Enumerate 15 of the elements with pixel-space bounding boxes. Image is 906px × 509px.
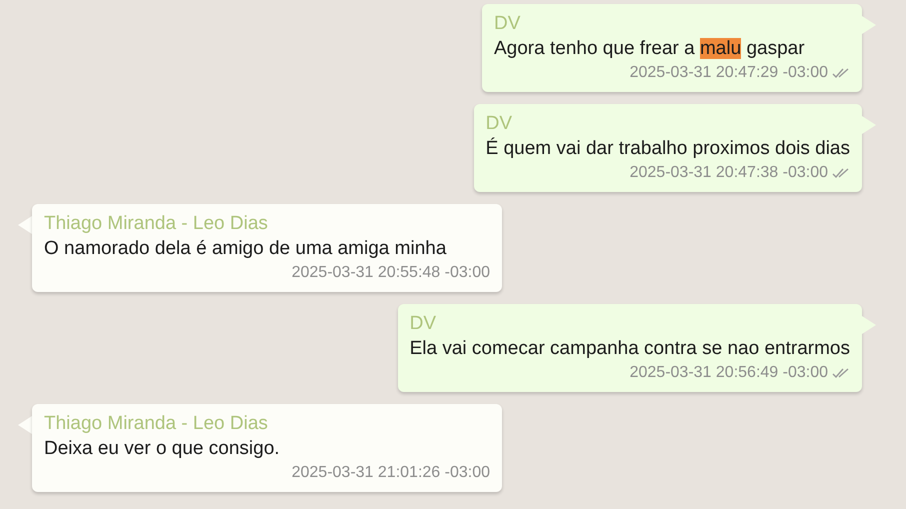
message-text: Ela vai comecar campanha contra se nao entrarmos xyxy=(410,337,850,361)
message-text: Deixa eu ver o que consigo. xyxy=(44,437,280,461)
sender-name: DV xyxy=(486,112,512,136)
timestamp: 2025-03-31 20:55:48 -03:00 xyxy=(292,263,490,283)
sender-name: DV xyxy=(494,12,520,36)
message-text: O namorado dela é amigo de uma amiga minha xyxy=(44,237,446,261)
timestamp: 2025-03-31 20:47:38 -03:00 xyxy=(630,163,828,183)
message-text: Agora tenho que frear a malu gaspar xyxy=(494,37,805,61)
sender-name: Thiago Miranda - Leo Dias xyxy=(44,212,268,236)
timestamp: 2025-03-31 21:01:26 -03:00 xyxy=(292,463,490,483)
sender-name: Thiago Miranda - Leo Dias xyxy=(44,412,268,436)
timestamp: 2025-03-31 20:56:49 -03:00 xyxy=(630,363,828,383)
message-text: É quem vai dar trabalho proximos dois dias xyxy=(486,136,850,161)
sender-name: DV xyxy=(410,312,436,336)
timestamp: 2025-03-31 20:47:29 -03:00 xyxy=(630,63,828,83)
